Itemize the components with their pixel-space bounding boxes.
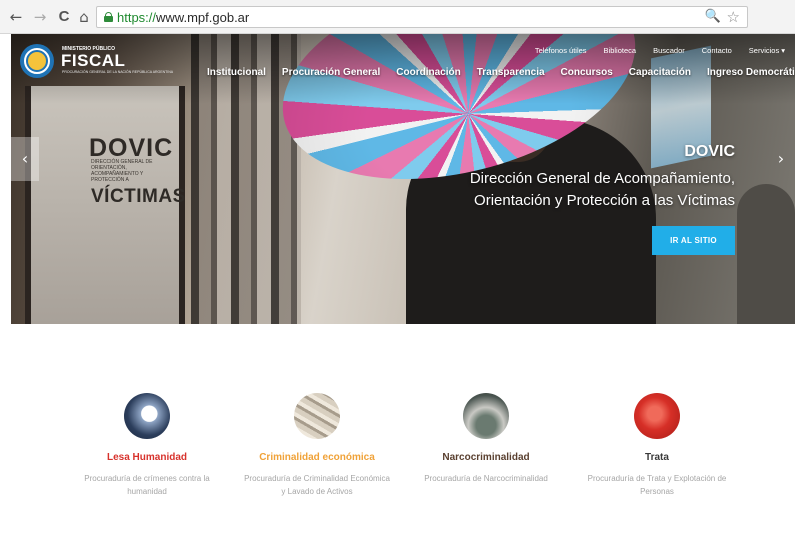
- back-icon[interactable]: ←: [8, 9, 24, 25]
- ir-al-sitio-button[interactable]: IR AL SITIO: [652, 226, 735, 255]
- nav-institucional[interactable]: Institucional: [207, 67, 266, 78]
- slide-title: DOVIC: [684, 143, 735, 160]
- util-link-telefonos[interactable]: Teléfonos útiles: [535, 46, 587, 55]
- lock-icon: [104, 12, 113, 22]
- address-bar[interactable]: https://www.mpf.gob.ar 🔍 ☆: [96, 6, 748, 28]
- door-word: VÍCTIMAS: [91, 186, 186, 207]
- url-text: https://www.mpf.gob.ar: [117, 10, 249, 25]
- utility-nav: Teléfonos útiles Biblioteca Buscador Con…: [535, 46, 785, 55]
- door-subtitle: DIRECCIÓN GENERAL DE ORIENTACIÓN, ACOMPA…: [91, 159, 153, 183]
- feature-description: Procuraduría de Narcocriminalidad: [424, 474, 548, 483]
- feature-description: Procuraduría de crímenes contra la human…: [84, 474, 210, 496]
- util-link-contacto[interactable]: Contacto: [702, 46, 732, 55]
- logo-subtext: PROCURACIÓN GENERAL DE LA NACIÓN REPÚBLI…: [62, 70, 174, 74]
- logo-emblem: [20, 44, 54, 78]
- nav-capacitacion[interactable]: Capacitación: [629, 67, 691, 78]
- feature-lesa-humanidad[interactable]: Lesa Humanidad Procuraduría de crímenes …: [72, 393, 222, 498]
- home-icon[interactable]: ⌂: [76, 9, 92, 25]
- main-nav: Institucional Procuración General Coordi…: [207, 67, 795, 78]
- criminalidad-economica-image: [294, 393, 340, 439]
- carousel-next-button[interactable]: ›: [767, 137, 795, 181]
- url-scheme: https://: [117, 10, 157, 25]
- chevron-down-icon: ▾: [781, 46, 785, 55]
- nav-coordinacion[interactable]: Coordinación: [396, 67, 460, 78]
- feature-title[interactable]: Narcocriminalidad: [411, 452, 561, 463]
- logo-main-text: FISCAL: [61, 51, 126, 70]
- carousel-prev-button[interactable]: ‹: [11, 137, 39, 181]
- feature-trata[interactable]: Trata Procuraduría de Trata y Explotació…: [582, 393, 732, 498]
- trata-image: [634, 393, 680, 439]
- feature-criminalidad-economica[interactable]: Criminalidad económica Procuraduría de C…: [242, 393, 392, 498]
- nav-ingreso-democratico[interactable]: Ingreso Democrático: [707, 67, 795, 78]
- hero-arch: [737, 184, 795, 324]
- feature-title[interactable]: Lesa Humanidad: [72, 452, 222, 463]
- forward-icon[interactable]: →: [32, 9, 48, 25]
- browser-toolbar: ← → C ⌂ https://www.mpf.gob.ar 🔍 ☆: [0, 0, 795, 34]
- nav-transparencia[interactable]: Transparencia: [477, 67, 545, 78]
- url-host: www.mpf.gob.ar: [156, 10, 250, 25]
- util-link-biblioteca[interactable]: Biblioteca: [604, 46, 637, 55]
- feature-narcocriminalidad[interactable]: Narcocriminalidad Procuraduría de Narcoc…: [411, 393, 561, 485]
- nav-concursos[interactable]: Concursos: [561, 67, 613, 78]
- site-logo[interactable]: MINISTERIO PÚBLICO FISCAL PROCURACIÓN GE…: [20, 44, 174, 80]
- feature-title[interactable]: Criminalidad económica: [242, 452, 392, 463]
- util-link-servicios[interactable]: Servicios ▾: [749, 46, 785, 55]
- util-link-servicios-label: Servicios: [748, 46, 780, 55]
- reload-icon[interactable]: C: [56, 9, 72, 25]
- zoom-icon[interactable]: 🔍: [705, 9, 721, 24]
- narcocriminalidad-image: [463, 393, 509, 439]
- feature-title[interactable]: Trata: [582, 452, 732, 463]
- bookmark-star-icon[interactable]: ☆: [727, 8, 740, 26]
- util-link-buscador[interactable]: Buscador: [653, 46, 685, 55]
- feature-description: Procuraduría de Trata y Explotación de P…: [587, 474, 727, 496]
- feature-description: Procuraduría de Criminalidad Económica y…: [244, 474, 390, 496]
- slide-text: Dirección General de Acompañamiento, Ori…: [469, 170, 735, 209]
- lesa-humanidad-image: [124, 393, 170, 439]
- nav-procuracion-general[interactable]: Procuración General: [282, 67, 380, 78]
